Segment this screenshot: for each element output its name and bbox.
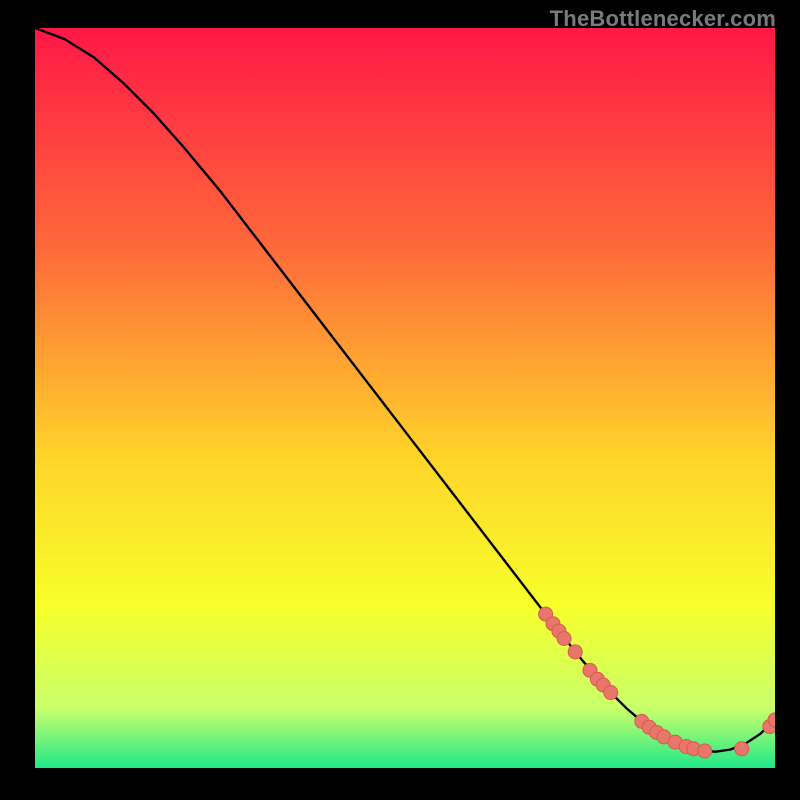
data-marker [568, 645, 582, 659]
gradient-background [35, 28, 775, 768]
data-marker [698, 744, 712, 758]
data-marker [735, 742, 749, 756]
watermark-text: TheBottlenecker.com [550, 6, 776, 32]
data-marker [557, 632, 571, 646]
chart-frame [35, 28, 775, 768]
data-marker [604, 686, 618, 700]
bottleneck-plot [35, 28, 775, 768]
